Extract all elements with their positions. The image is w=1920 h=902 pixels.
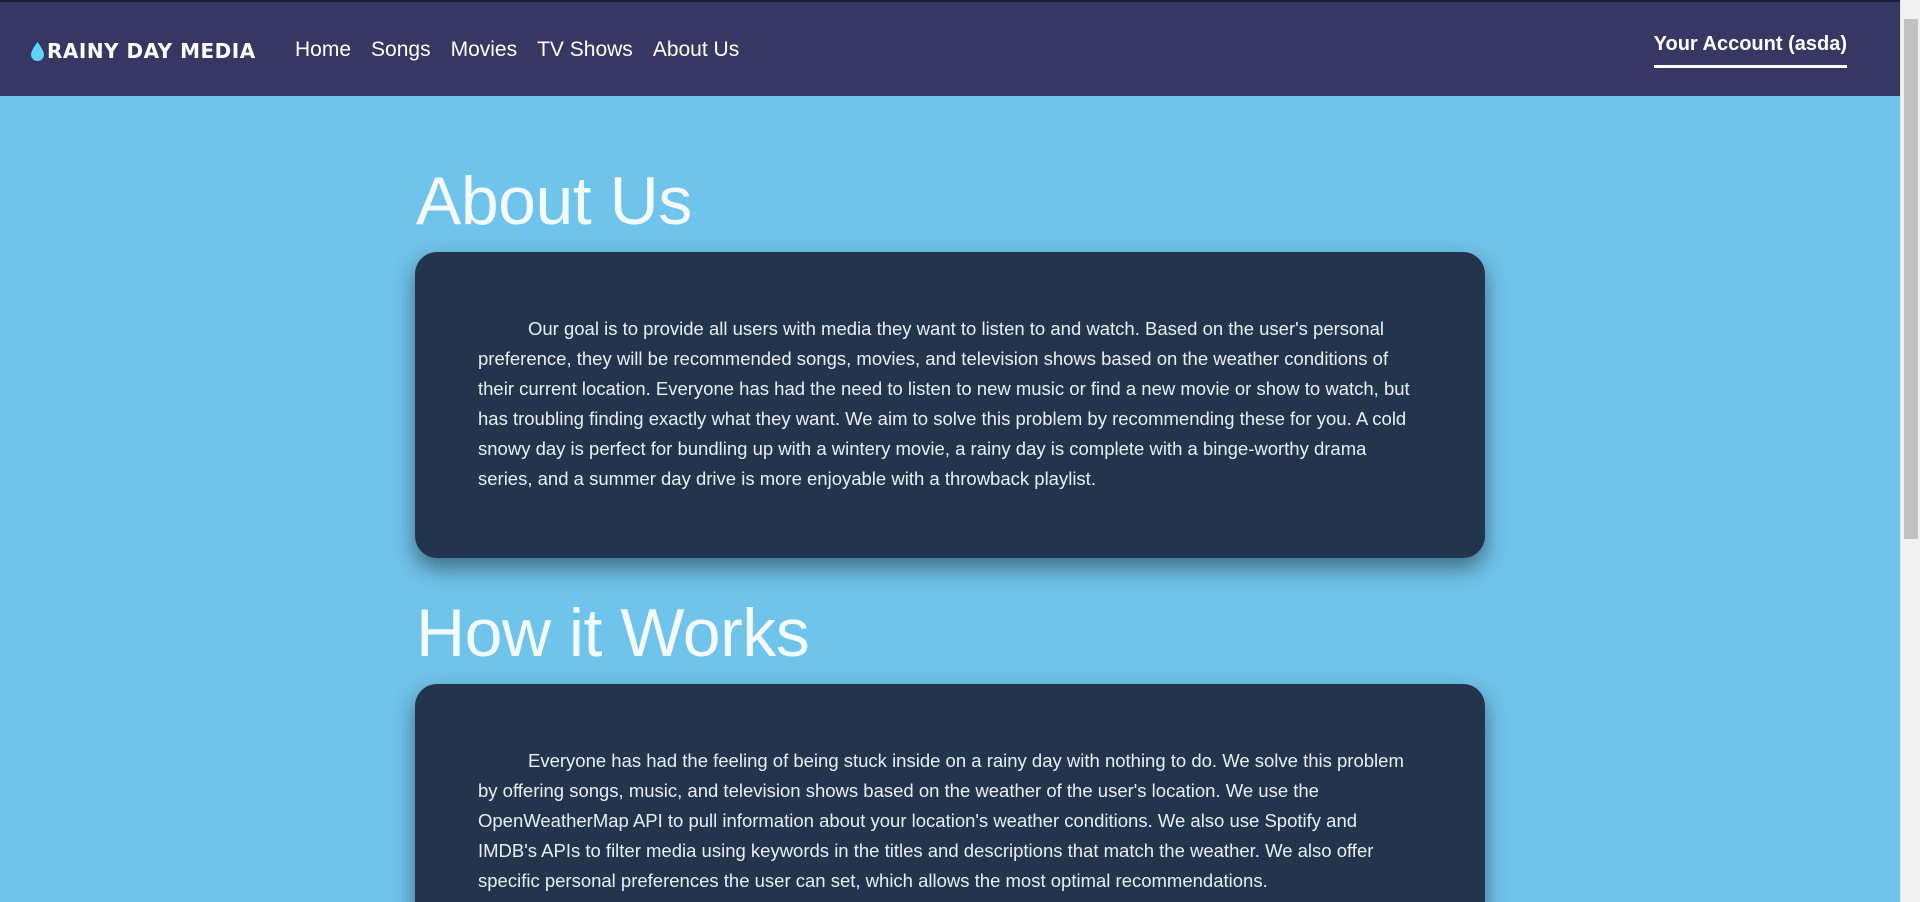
how-it-works-text: Everyone has had the feeling of being st… [478,750,1404,891]
scrollbar-thumb[interactable] [1904,19,1918,539]
about-us-text: Our goal is to provide all users with me… [478,318,1410,489]
nav-link-tv-shows[interactable]: TV Shows [537,38,633,62]
top-navigation-bar: RAINY DAY MEDIA Home Songs Movies TV Sho… [0,0,1900,96]
about-us-heading: About Us [416,163,692,239]
how-it-works-card: Everyone has had the feeling of being st… [415,684,1485,902]
raindrop-icon [31,41,44,61]
about-us-card: Our goal is to provide all users with me… [415,252,1485,558]
nav-link-about-us[interactable]: About Us [653,38,739,62]
account-link[interactable]: Your Account (asda) [1653,33,1847,68]
brand-name: RAINY DAY MEDIA [47,39,256,63]
how-it-works-heading: How it Works [416,595,810,671]
nav-link-songs[interactable]: Songs [371,38,431,62]
nav-link-movies[interactable]: Movies [451,38,518,62]
main-nav: Home Songs Movies TV Shows About Us [295,38,759,62]
nav-link-home[interactable]: Home [295,38,351,62]
brand-logo[interactable]: RAINY DAY MEDIA [31,39,256,63]
page-scrollbar[interactable] [1900,0,1920,902]
